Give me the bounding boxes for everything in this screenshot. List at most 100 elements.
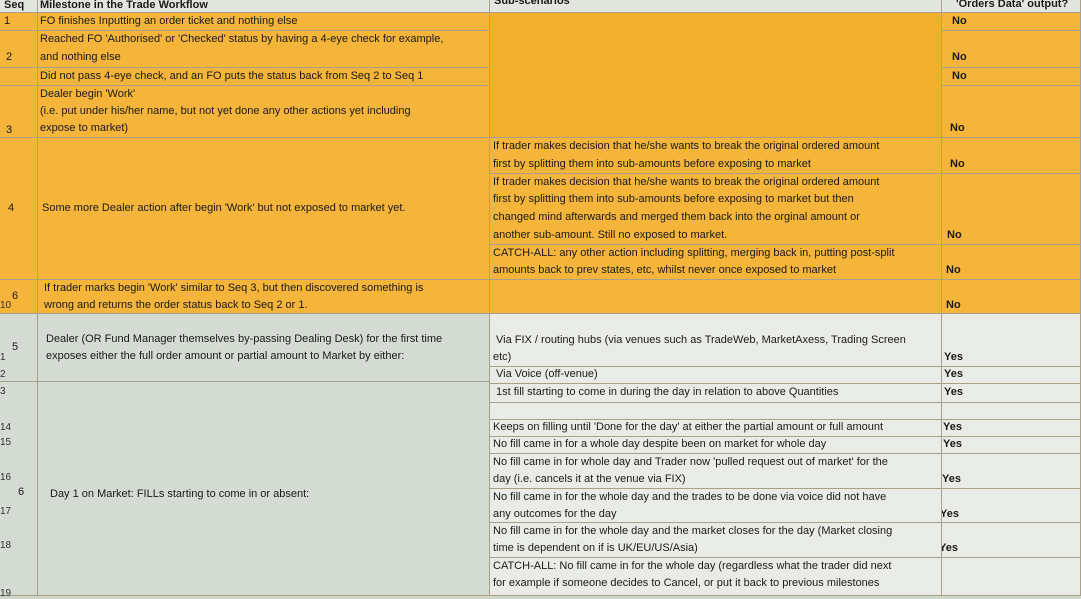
sub-cell-voice[interactable]: Via Voice (off-venue) xyxy=(490,367,942,384)
output-value: No xyxy=(952,15,967,27)
sub-cell-blank-6[interactable] xyxy=(490,280,942,314)
sub-text: first by splitting them into sub-amounts… xyxy=(493,158,811,170)
milestone-text: FO finishes Inputting an order ticket an… xyxy=(40,15,298,27)
output-cell-4c[interactable]: No xyxy=(942,245,1081,280)
milestone-cell-4[interactable]: Some more Dealer action after begin 'Wor… xyxy=(38,138,490,280)
output-cell-blank[interactable] xyxy=(942,403,1081,420)
milestone-cell-5[interactable]: Dealer (OR Fund Manager themselves by-pa… xyxy=(38,314,490,382)
sub-text: Via Voice (off-venue) xyxy=(496,368,598,380)
milestone-text: expose to market) xyxy=(40,122,129,134)
sub-text: 1st fill starting to come in during the … xyxy=(496,386,839,398)
sub-cell-merge[interactable]: If trader makes decision that he/she wan… xyxy=(490,174,942,245)
sub-cell-pulled[interactable]: No fill came in for whole day and Trader… xyxy=(490,454,942,489)
milestone-text: Dealer begin 'Work' xyxy=(40,88,136,100)
sub-text: Keeps on filling until 'Done for the day… xyxy=(493,421,884,433)
sub-cell-catchall-1[interactable]: CATCH-ALL: any other action including sp… xyxy=(490,245,942,280)
header-output-label: 'Orders Data' output? xyxy=(956,0,1069,10)
output-value: Yes xyxy=(944,351,963,363)
sub-text: No fill came in for the whole day and th… xyxy=(493,491,887,503)
sub-text: another sub-amount. Still no exposed to … xyxy=(493,229,728,241)
milestone-text: and nothing else xyxy=(40,51,121,63)
sub-cell-fix[interactable]: Via FIX / routing hubs (via venues such … xyxy=(490,314,942,367)
output-value: No xyxy=(950,122,965,134)
milestone-text: wrong and returns the order status back … xyxy=(44,299,308,311)
output-value: Yes xyxy=(942,508,959,520)
seq-cell-2[interactable]: 2 xyxy=(0,31,38,68)
milestone-cell-1[interactable]: FO finishes Inputting an order ticket an… xyxy=(38,13,490,31)
seq-value: 6 xyxy=(18,486,25,498)
milestone-cell-2[interactable]: Reached FO 'Authorised' or 'Checked' sta… xyxy=(38,31,490,68)
output-cell-voice[interactable]: Yes xyxy=(942,367,1081,384)
header-output[interactable]: 'Orders Data' output? xyxy=(942,0,1081,13)
sub-text: If trader makes decision that he/she wan… xyxy=(493,140,880,152)
output-cell-1[interactable]: No xyxy=(942,13,1081,31)
output-cell-2b[interactable]: No xyxy=(942,68,1081,86)
header-milestone[interactable]: Milestone in the Trade Workflow xyxy=(38,0,490,13)
seq-cell-day1[interactable]: 6 xyxy=(0,382,38,596)
seq-value: 2 xyxy=(6,51,13,63)
header-seq[interactable]: Seq xyxy=(0,0,38,13)
sub-cell-voice-none[interactable]: No fill came in for the whole day and th… xyxy=(490,489,942,523)
output-cell-4a[interactable]: No xyxy=(942,138,1081,174)
sub-cell-blank-gap[interactable] xyxy=(490,403,942,420)
output-value: Yes xyxy=(942,542,958,554)
output-value: No xyxy=(947,229,962,241)
header-milestone-label: Milestone in the Trade Workflow xyxy=(40,0,208,11)
milestone-cell-day1[interactable]: Day 1 on Market: FILLs starting to come … xyxy=(38,382,490,596)
output-cell-voice-none[interactable]: Yes xyxy=(942,489,1081,523)
seq-cell-blank[interactable] xyxy=(0,68,38,86)
seq-value: 1 xyxy=(4,15,11,27)
sub-text: If trader makes decision that he/she wan… xyxy=(493,176,880,188)
output-cell-3[interactable]: No xyxy=(942,86,1081,138)
seq-cell-4[interactable]: 4 xyxy=(0,138,38,280)
output-value: Yes xyxy=(944,386,963,398)
row-number: 18 xyxy=(0,540,12,551)
sub-text: Via FIX / routing hubs (via venues such … xyxy=(496,334,906,346)
output-cell-fix[interactable]: Yes xyxy=(942,314,1081,367)
milestone-text: If trader marks begin 'Work' similar to … xyxy=(44,282,424,294)
milestone-text: Dealer (OR Fund Manager themselves by-pa… xyxy=(46,333,443,345)
output-cell-2[interactable]: No xyxy=(942,31,1081,68)
seq-cell-3[interactable]: 3 xyxy=(0,86,38,138)
sub-cell-blank[interactable] xyxy=(490,13,942,138)
header-seq-label: Seq xyxy=(4,0,25,11)
sub-cell-first-fill[interactable]: 1st fill starting to come in during the … xyxy=(490,384,942,403)
sub-cell-keeps-filling[interactable]: Keeps on filling until 'Done for the day… xyxy=(490,420,942,437)
sub-text: No fill came in for whole day and Trader… xyxy=(493,456,888,468)
milestone-cell-6[interactable]: If trader marks begin 'Work' similar to … xyxy=(38,280,490,314)
output-value: No xyxy=(952,70,967,82)
output-cell-catchall-2[interactable] xyxy=(942,558,1081,596)
sub-cell-no-fill[interactable]: No fill came in for a whole day despite … xyxy=(490,437,942,454)
row-number: 17 xyxy=(0,506,12,517)
sub-cell-catchall-2[interactable]: CATCH-ALL: No fill came in for the whole… xyxy=(490,558,942,596)
output-cell-keeps-filling[interactable]: Yes xyxy=(942,420,1081,437)
output-cell-first-fill[interactable]: Yes xyxy=(942,384,1081,403)
sub-text: for example if someone decides to Cancel… xyxy=(493,577,880,589)
sub-text: time is dependent on if is UK/EU/US/Asia… xyxy=(493,542,698,554)
seq-value: 3 xyxy=(6,124,13,136)
milestone-cell-3[interactable]: Dealer begin 'Work' (i.e. put under his/h… xyxy=(38,86,490,138)
output-cell-market-close[interactable]: Yes xyxy=(942,523,1081,558)
seq-cell-1[interactable]: 1 xyxy=(0,13,38,31)
output-value: Yes xyxy=(943,438,962,450)
header-sub-scenarios[interactable]: Sub-scenarios xyxy=(490,0,942,13)
sub-cell-market-close[interactable]: No fill came in for the whole day and th… xyxy=(490,523,942,558)
sub-text: first by splitting them into sub-amounts… xyxy=(493,193,854,205)
output-value: Yes xyxy=(942,473,961,485)
sub-cell-split[interactable]: If trader makes decision that he/she wan… xyxy=(490,138,942,174)
sub-text: CATCH-ALL: No fill came in for the whole… xyxy=(493,560,892,572)
sub-text: etc) xyxy=(493,351,512,363)
milestone-text: exposes either the full order amount or … xyxy=(46,350,405,362)
output-cell-6[interactable]: No xyxy=(942,280,1081,314)
output-value: Yes xyxy=(944,368,963,380)
milestone-cell-2b[interactable]: Did not pass 4-eye check, and an FO puts… xyxy=(38,68,490,86)
output-cell-no-fill[interactable]: Yes xyxy=(942,437,1081,454)
output-cell-4b[interactable]: No xyxy=(942,174,1081,245)
sub-text: changed mind afterwards and merged them … xyxy=(493,211,860,223)
sub-text: No fill came in for a whole day despite … xyxy=(493,438,827,450)
seq-value: 6 xyxy=(12,290,19,302)
header-sub-scenarios-label: Sub-scenarios xyxy=(494,0,570,7)
output-cell-pulled[interactable]: Yes xyxy=(942,454,1081,489)
row-number: 10 xyxy=(0,300,12,311)
sub-text: amounts back to prev states, etc, whilst… xyxy=(493,264,837,276)
